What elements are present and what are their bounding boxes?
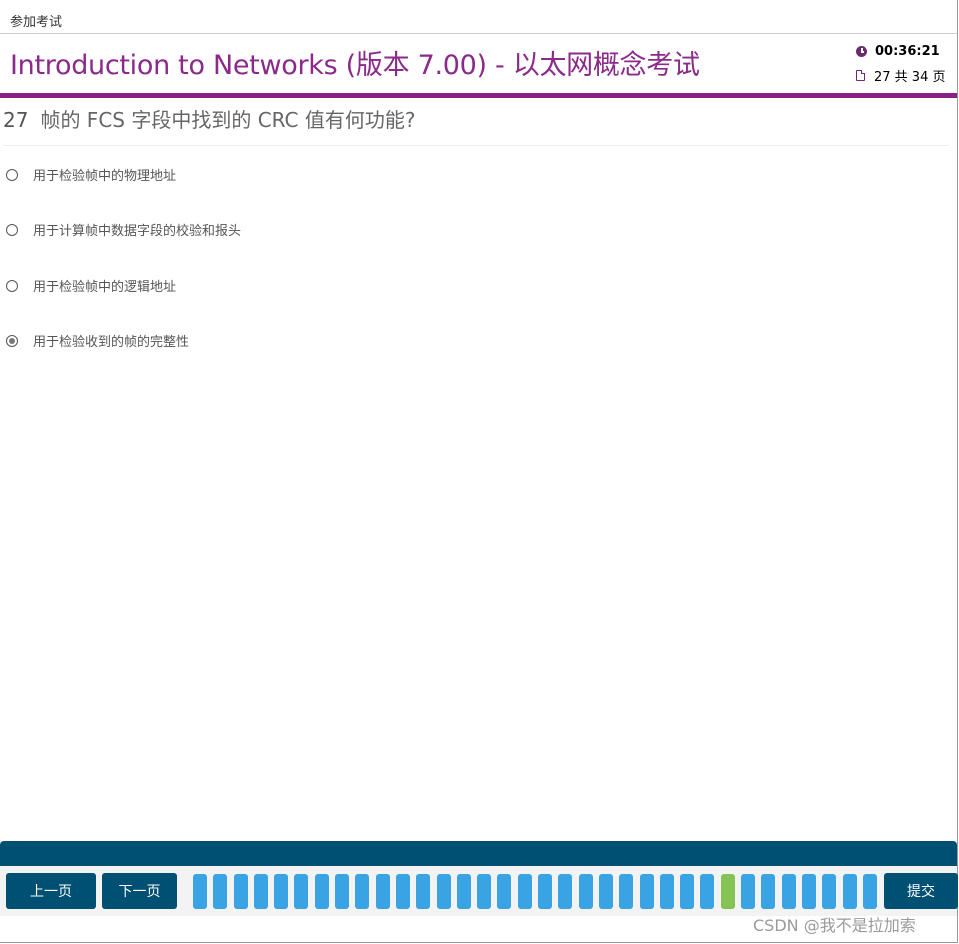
page-icon: [856, 70, 865, 81]
exam-title-cn: 以太网概念考试: [512, 50, 700, 81]
next-page-button[interactable]: 下一页: [102, 873, 177, 909]
question-nav-item[interactable]: [456, 874, 471, 909]
clock-icon: [856, 46, 867, 57]
submit-button[interactable]: 提交: [884, 873, 958, 909]
question-nav-item[interactable]: [294, 874, 309, 909]
question-nav-item[interactable]: [274, 874, 289, 909]
exam-title-sep: -: [486, 50, 513, 81]
question-nav-item[interactable]: [598, 874, 613, 909]
question-number: 27: [3, 108, 29, 132]
question-nav-item[interactable]: [416, 874, 431, 909]
watermark: CSDN @我不是拉加索: [753, 916, 916, 935]
answer-option-label: 用于检验帧中的逻辑地址: [33, 280, 177, 295]
question-nav-item[interactable]: [395, 874, 410, 909]
question-nav-item[interactable]: [842, 874, 857, 909]
question-nav-item[interactable]: [578, 874, 593, 909]
radio-button[interactable]: [6, 168, 18, 181]
question-nav-item[interactable]: [781, 874, 796, 909]
question-nav-item[interactable]: [558, 874, 573, 909]
answer-option[interactable]: 用于检验收到的帧的完整性: [6, 331, 189, 350]
question-nav-current[interactable]: [720, 874, 735, 909]
accent-bar: [0, 93, 957, 98]
answer-option-label: 用于检验帧中的物理地址: [33, 169, 177, 184]
question-nav-item[interactable]: [314, 874, 329, 909]
previous-page-button[interactable]: 上一页: [6, 873, 96, 909]
question-nav-item[interactable]: [659, 874, 674, 909]
answer-option[interactable]: 用于计算帧中数据字段的校验和报头: [6, 220, 241, 239]
question-nav-item[interactable]: [741, 874, 756, 909]
question-nav-item[interactable]: [497, 874, 512, 909]
question-nav-item[interactable]: [680, 874, 695, 909]
question-navigator: [193, 874, 883, 909]
question-nav-item[interactable]: [639, 874, 654, 909]
question-nav-item[interactable]: [375, 874, 390, 909]
timer: 00:36:21: [856, 44, 940, 59]
page-indicator: 27 共 34 页: [856, 66, 945, 85]
exam-header: Introduction to Networks (版本 7.00) - 以太网…: [0, 34, 957, 93]
question-nav-item[interactable]: [517, 874, 532, 909]
question-nav-item[interactable]: [477, 874, 492, 909]
question-nav-item[interactable]: [355, 874, 370, 909]
radio-button[interactable]: [6, 279, 18, 292]
question-nav-item[interactable]: [761, 874, 776, 909]
question-nav-item[interactable]: [619, 874, 634, 909]
question-nav-item[interactable]: [822, 874, 837, 909]
timer-value: 00:36:21: [875, 44, 940, 59]
exam-frame: [0, 0, 958, 943]
question-nav-item[interactable]: [801, 874, 816, 909]
answer-option-label: 用于计算帧中数据字段的校验和报头: [33, 224, 242, 239]
question-nav-item[interactable]: [538, 874, 553, 909]
question-title: 27 帧的 FCS 字段中找到的 CRC 值有何功能?: [3, 104, 416, 133]
question-nav-item[interactable]: [193, 874, 207, 909]
exam-title-en: Introduction to Networks (版本 7.00): [10, 50, 487, 81]
topbar-title: 参加考试: [10, 15, 63, 30]
question-text: 帧的 FCS 字段中找到的 CRC 值有何功能?: [40, 108, 416, 132]
bottom-bar: [0, 841, 957, 866]
question-nav-item[interactable]: [862, 874, 877, 909]
radio-button[interactable]: [6, 334, 18, 347]
answer-option-label: 用于检验收到的帧的完整性: [33, 335, 190, 350]
radio-button[interactable]: [6, 223, 18, 236]
question-nav-item[interactable]: [233, 874, 248, 909]
exam-title: Introduction to Networks (版本 7.00) - 以太网…: [10, 43, 700, 82]
answer-option[interactable]: 用于检验帧中的物理地址: [6, 165, 176, 184]
question-nav-item[interactable]: [436, 874, 451, 909]
page-indicator-text: 27 共 34 页: [874, 70, 946, 85]
question-nav-item[interactable]: [700, 874, 715, 909]
question-nav-item[interactable]: [335, 874, 350, 909]
answer-option[interactable]: 用于检验帧中的逻辑地址: [6, 276, 176, 295]
topbar: 参加考试: [0, 0, 957, 34]
question-nav-item[interactable]: [253, 874, 268, 909]
question-divider: [3, 145, 949, 146]
question-nav-item[interactable]: [213, 874, 228, 909]
